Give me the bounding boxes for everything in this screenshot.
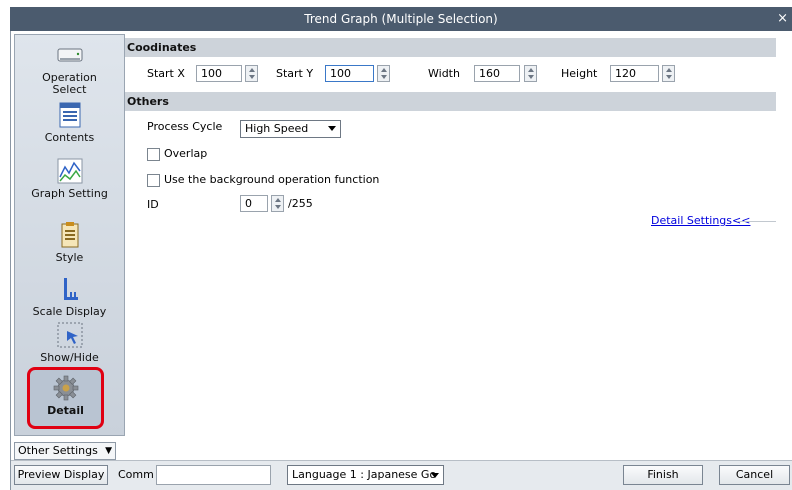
section-header-coordinates: Coodinates	[125, 38, 776, 57]
sidebar-item-label: Detail	[47, 404, 84, 417]
overlap-label: Overlap	[164, 147, 208, 160]
sidebar-item-contents[interactable]: Contents	[15, 101, 124, 144]
show-hide-icon	[57, 322, 82, 348]
start-x-label: Start X	[147, 67, 185, 80]
id-suffix: /255	[288, 197, 313, 210]
graph-setting-icon	[57, 158, 82, 184]
section-header-others: Others	[125, 92, 776, 111]
comm-label: Comm	[118, 468, 154, 481]
operation-select-icon	[57, 48, 82, 62]
id-input[interactable]: 0	[240, 195, 268, 212]
process-cycle-dropdown[interactable]: High Speed	[240, 120, 341, 138]
language-dropdown[interactable]: Language 1 : Japanese Go	[287, 465, 444, 485]
detail-settings-divider	[737, 221, 776, 222]
scale-display-icon	[63, 278, 78, 300]
sidebar-item-label: Graph Setting	[31, 187, 108, 200]
window-title: Trend Graph (Multiple Selection)	[304, 12, 498, 26]
start-x-spinner[interactable]	[245, 65, 258, 82]
process-cycle-value: High Speed	[245, 122, 309, 135]
finish-button[interactable]: Finish	[623, 465, 703, 485]
chevron-down-icon	[328, 126, 336, 131]
sidebar-item-detail[interactable]: Detail	[27, 367, 104, 429]
overlap-checkbox[interactable]	[147, 148, 160, 161]
preview-display-button[interactable]: Preview Display	[14, 465, 108, 485]
gear-icon	[53, 375, 78, 401]
id-spinner[interactable]	[271, 195, 284, 212]
sidebar-item-operation-select[interactable]: Operation Select	[15, 41, 124, 96]
other-settings-dropdown[interactable]: Other Settings ▼	[14, 442, 116, 460]
contents-icon	[59, 102, 80, 128]
chevron-down-icon: ▼	[105, 446, 112, 456]
sidebar-item-label: Scale Display	[32, 305, 107, 318]
cancel-button[interactable]: Cancel	[719, 465, 790, 485]
window-title-bar: Trend Graph (Multiple Selection) ×	[10, 7, 792, 31]
sidebar-item-label: Show/Hide	[40, 351, 99, 364]
language-value: Language 1 : Japanese Go	[292, 468, 437, 481]
other-settings-label: Other Settings	[18, 444, 98, 457]
detail-settings-link[interactable]: Detail Settings<<	[651, 214, 750, 227]
sidebar-item-label: Style	[55, 251, 84, 264]
width-input[interactable]: 160	[474, 65, 520, 82]
sidebar-item-scale-display[interactable]: Scale Display	[15, 275, 124, 318]
process-cycle-label: Process Cycle	[147, 120, 223, 133]
start-y-input[interactable]: 100	[325, 65, 374, 82]
chevron-down-icon	[431, 473, 439, 478]
bottom-toolbar: Preview Display Comm Language 1 : Japane…	[11, 460, 792, 490]
id-label: ID	[147, 198, 159, 211]
sidebar: Operation Select Contents Graph Setting	[14, 34, 125, 436]
close-icon[interactable]: ×	[777, 7, 788, 31]
height-spinner[interactable]	[662, 65, 675, 82]
sidebar-item-label: Contents	[44, 131, 95, 144]
width-label: Width	[428, 67, 460, 80]
comm-input[interactable]	[156, 465, 271, 485]
sidebar-item-style[interactable]: Style	[15, 221, 124, 264]
dialog-body: Operation Select Contents Graph Setting	[10, 31, 792, 490]
background-operation-label: Use the background operation function	[164, 173, 380, 186]
start-x-input[interactable]: 100	[196, 65, 242, 82]
sidebar-item-label: Select	[52, 83, 87, 96]
start-y-spinner[interactable]	[377, 65, 390, 82]
sidebar-item-show-hide[interactable]: Show/Hide	[15, 321, 124, 364]
height-label: Height	[561, 67, 598, 80]
sidebar-item-graph-setting[interactable]: Graph Setting	[15, 157, 124, 200]
width-spinner[interactable]	[524, 65, 537, 82]
start-y-label: Start Y	[276, 67, 314, 80]
height-input[interactable]: 120	[610, 65, 659, 82]
style-icon	[61, 222, 78, 248]
background-operation-checkbox[interactable]	[147, 174, 160, 187]
